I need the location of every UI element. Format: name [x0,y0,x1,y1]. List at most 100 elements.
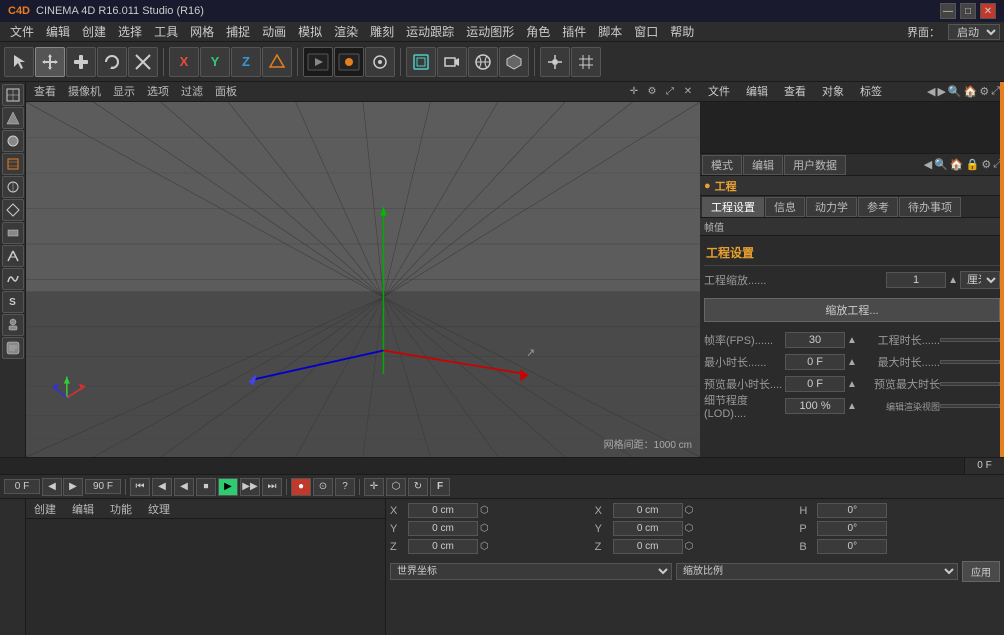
toolbar-select-btn[interactable] [4,47,34,77]
props-home-icon[interactable]: 🏠 [950,158,964,171]
pb-prev-btn[interactable]: ◀ [174,478,194,496]
menu-render[interactable]: 渲染 [328,22,364,42]
props-render-value[interactable] [940,404,1000,408]
om-menu-file[interactable]: 文件 [704,82,734,102]
coord-x-input[interactable] [408,503,478,518]
om-home-icon[interactable]: 🏠 [964,85,978,98]
props-tab-project-settings[interactable]: 工程设置 [702,197,764,217]
coord-rx-input[interactable] [613,503,683,518]
props-max-time-value[interactable] [940,360,1000,364]
playback-start-frame[interactable] [4,479,40,494]
menu-anim[interactable]: 动画 [256,22,292,42]
toolbar-scale-btn[interactable] [66,47,96,77]
toolbar-solid-btn[interactable] [499,47,529,77]
close-button[interactable]: ✕ [980,3,996,19]
left-btn-10[interactable] [2,314,24,336]
pb-step-up-btn[interactable]: ▶ [63,478,83,496]
coord-ry-icon[interactable]: ⬡ [685,523,694,534]
om-back-btn[interactable]: ◀ [927,85,935,98]
menu-sim[interactable]: 模拟 [292,22,328,42]
left-btn-9[interactable]: S [2,291,24,313]
props-fps-stepper[interactable]: ▲ [847,335,857,346]
menu-sculpt[interactable]: 雕刻 [364,22,400,42]
toolbar-transform-btn[interactable] [128,47,158,77]
coord-rz-icon[interactable]: ⬡ [685,541,694,552]
vp-icon-settings[interactable]: ⚙ [644,84,660,100]
left-btn-11[interactable] [2,337,24,359]
props-scale-project-btn[interactable]: 缩放工程... [704,298,1000,322]
props-tab-todo[interactable]: 待办事项 [899,197,961,217]
coords-apply-btn[interactable]: 应用 [962,561,1000,582]
toolbar-render-btn[interactable] [334,47,364,77]
coord-h-input[interactable] [817,503,887,518]
om-menu-tag[interactable]: 标签 [856,82,886,102]
viewport-canvas[interactable]: 透视视图 [26,102,700,457]
coord-y-input[interactable] [408,521,478,536]
menu-tools[interactable]: 工具 [148,22,184,42]
menu-script[interactable]: 脚本 [592,22,628,42]
props-mode-tab[interactable]: 模式 [702,155,742,175]
props-min-time-value[interactable]: 0 F [785,354,845,370]
left-btn-3[interactable] [2,153,24,175]
coords-scale-select[interactable]: 缩放比例 [676,563,958,580]
left-btn-0[interactable] [2,84,24,106]
props-lod-value[interactable]: 100 % [785,398,845,414]
vp-menu-options[interactable]: 选项 [143,82,173,102]
vp-menu-view[interactable]: 查看 [30,82,60,102]
props-back-btn[interactable]: ◀ [924,158,932,171]
vp-menu-filter[interactable]: 过滤 [177,82,207,102]
toolbar-render-settings-btn[interactable] [365,47,395,77]
props-lock-icon[interactable]: 🔒 [966,158,980,171]
props-scale-value-field[interactable]: 1 [886,272,946,288]
menu-select[interactable]: 选择 [112,22,148,42]
coord-z-input[interactable] [408,539,478,554]
pb-step-down-btn[interactable]: ◀ [42,478,62,496]
menu-motion-track[interactable]: 运动跟踪 [400,22,460,42]
menu-help[interactable]: 帮助 [664,22,700,42]
vp-menu-camera[interactable]: 摄像机 [64,82,105,102]
pb-play-btn[interactable]: ▶ [218,478,238,496]
toolbar-perspective-btn[interactable] [406,47,436,77]
toolbar-scene-btn[interactable] [468,47,498,77]
pb-record-btn[interactable]: ● [291,478,311,496]
coord-z-icon[interactable]: ⬡ [480,541,489,552]
menu-edit[interactable]: 编辑 [40,22,76,42]
om-menu-view[interactable]: 查看 [780,82,810,102]
anim-tab-create[interactable]: 创建 [30,501,60,517]
pb-minus-btn[interactable]: ⬡ [386,478,406,496]
coord-p-input[interactable] [817,521,887,536]
pb-autokey-btn[interactable]: ⊙ [313,478,333,496]
props-settings-icon[interactable]: ⚙ [981,158,991,171]
vp-icon-close[interactable]: ✕ [680,84,696,100]
anim-tab-func[interactable]: 功能 [106,501,136,517]
props-edit-tab[interactable]: 编辑 [743,155,783,175]
menu-mesh[interactable]: 网格 [184,22,220,42]
anim-tab-texture[interactable]: 纹理 [144,501,174,517]
props-min-stepper[interactable]: ▲ [847,357,857,368]
anim-tab-edit[interactable]: 编辑 [68,501,98,517]
pb-prev-frame-btn[interactable]: ◀ [152,478,172,496]
props-search-icon[interactable]: 🔍 [934,158,948,171]
toolbar-z-axis-btn[interactable]: Z [231,47,261,77]
pb-help-btn[interactable]: ? [335,478,355,496]
pb-plus-btn[interactable]: ✛ [364,478,384,496]
props-tab-info[interactable]: 信息 [765,197,805,217]
om-settings-icon[interactable]: ⚙ [979,85,989,98]
left-btn-6[interactable] [2,222,24,244]
pb-stop-btn[interactable]: ⏹ [196,478,216,496]
toolbar-y-axis-btn[interactable]: Y [200,47,230,77]
om-menu-edit[interactable]: 编辑 [742,82,772,102]
left-btn-7[interactable] [2,245,24,267]
coords-world-select[interactable]: 世界坐标 [390,563,672,580]
coord-b-input[interactable] [817,539,887,554]
menu-snap[interactable]: 捕捉 [220,22,256,42]
left-btn-2[interactable] [2,130,24,152]
props-tab-dynamics[interactable]: 动力学 [806,197,857,217]
props-preview-min-value[interactable]: 0 F [785,376,845,392]
toolbar-grid-btn[interactable] [571,47,601,77]
toolbar-x-axis-btn[interactable]: X [169,47,199,77]
props-project-time-value[interactable] [940,338,1000,342]
maximize-button[interactable]: □ [960,3,976,19]
vp-menu-panels[interactable]: 面板 [211,82,241,102]
coord-y-icon[interactable]: ⬡ [480,523,489,534]
